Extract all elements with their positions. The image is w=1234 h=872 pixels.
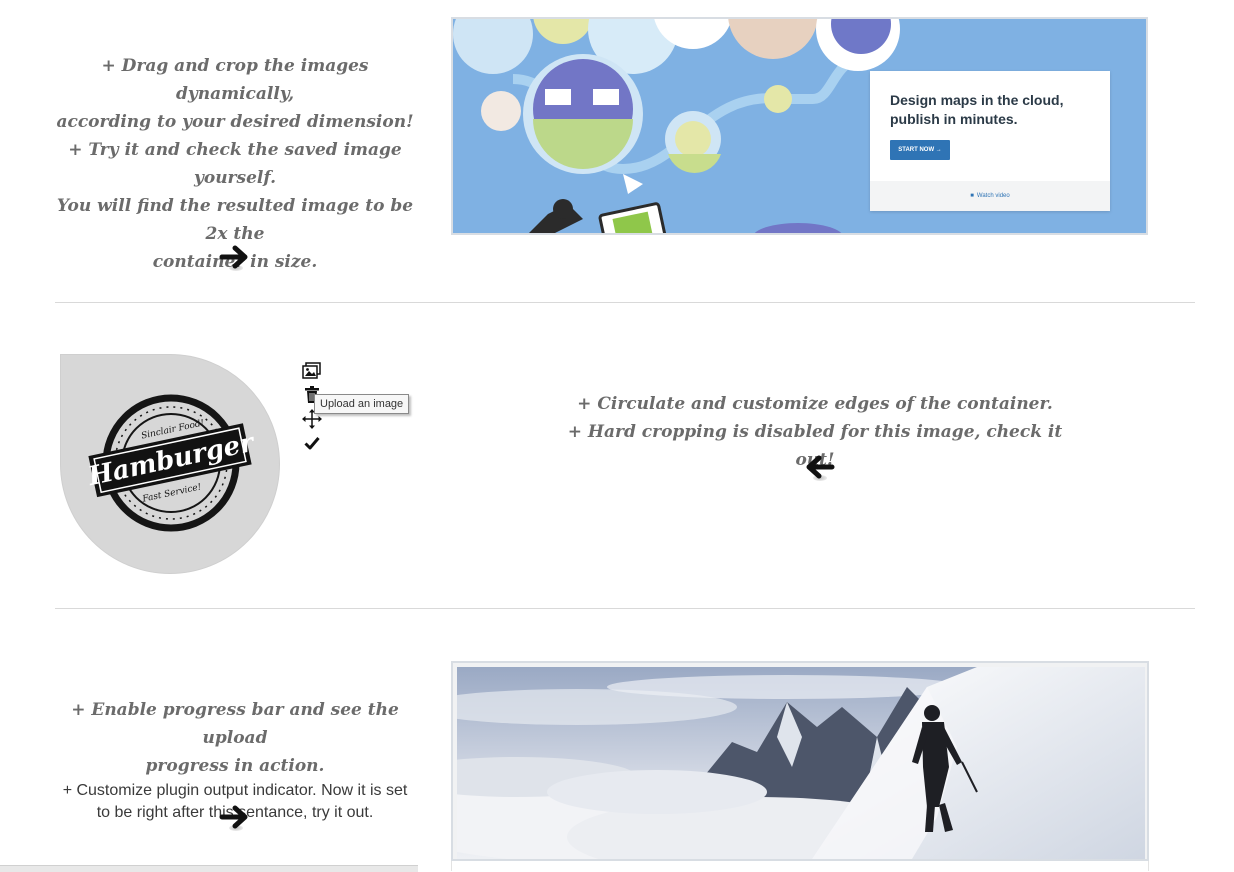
intro-line-1: + Drag and crop the images dynamically,	[101, 56, 369, 104]
indicator-line-1: + Customize plugin output indicator. Now…	[62, 782, 408, 799]
circle-line-1: + Circulate and customize edges of the c…	[577, 394, 1053, 414]
upload-tooltip: Upload an image	[314, 394, 410, 414]
progress-crop-container[interactable]	[451, 661, 1149, 861]
promo-card: Design maps in the cloud, publish in min…	[870, 71, 1110, 211]
progress-line-2: progress in action.	[145, 756, 325, 776]
section-divider	[55, 302, 1195, 303]
arrow-right-icon	[219, 243, 253, 273]
upload-image-icon[interactable]	[301, 360, 323, 382]
video-icon: ■	[970, 193, 974, 199]
intro-line-3: + Try it and check the saved image yours…	[68, 140, 402, 188]
progress-line-1: + Enable progress bar and see the upload	[71, 700, 399, 748]
arrow-left-icon	[803, 453, 837, 483]
watch-video-link[interactable]: ■ Watch video	[870, 181, 1110, 211]
promo-card-title: Design maps in the cloud, publish in min…	[890, 92, 1064, 127]
intro-line-4: You will find the resulted image to be 2…	[56, 196, 414, 244]
circular-crop-container[interactable]: Hamburger Sinclair Food! Fast Service!	[60, 354, 280, 574]
watch-video-label: Watch video	[976, 193, 1010, 199]
arrow-right-icon	[219, 803, 253, 833]
hamburger-logo: Hamburger Sinclair Food! Fast Service!	[85, 394, 259, 532]
progress-area	[451, 861, 1149, 871]
mountain-photo	[457, 667, 1145, 859]
crop-container-map[interactable]: Design maps in the cloud, publish in min…	[451, 17, 1148, 235]
start-now-button[interactable]: START NOW →	[890, 140, 950, 160]
section-divider	[55, 608, 1195, 609]
intro-line-2: according to your desired dimension!	[56, 112, 414, 132]
check-icon[interactable]	[301, 432, 323, 454]
